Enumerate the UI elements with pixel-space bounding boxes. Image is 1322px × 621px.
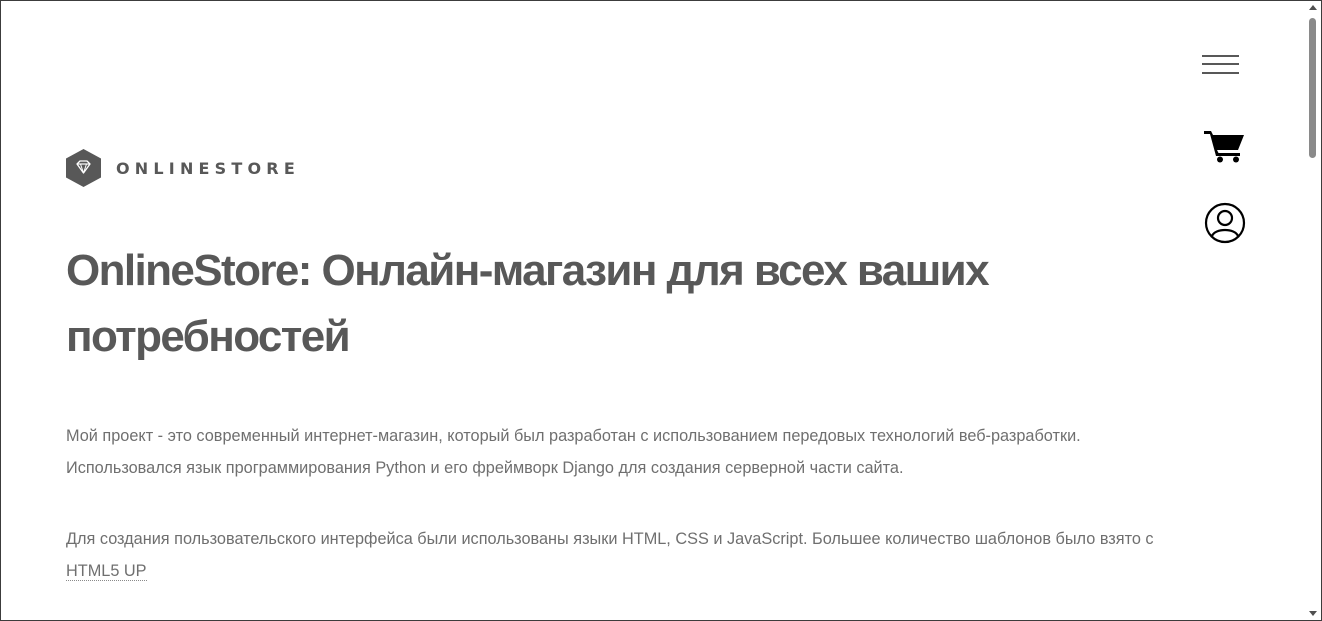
tech-text: Для создания пользовательского интерфейс…	[66, 530, 1154, 548]
scroll-down-arrow-icon[interactable]	[1309, 611, 1317, 616]
page-title: OnlineStore: Онлайн-магазин для всех ваш…	[66, 246, 990, 361]
shopping-cart-icon	[1204, 131, 1244, 163]
tech-paragraph: Для создания пользовательского интерфейс…	[66, 523, 1246, 587]
scroll-thumb[interactable]	[1309, 18, 1316, 158]
intro-line-2: Использовался язык программирования Pyth…	[66, 459, 904, 477]
logo-link[interactable]: ONLINESTORE	[66, 148, 300, 188]
cart-button[interactable]	[1204, 128, 1246, 164]
menu-bar	[1202, 72, 1239, 74]
intro-line-1: Мой проект - это современный интернет-ма…	[66, 427, 1081, 445]
user-circle-icon	[1204, 202, 1246, 244]
diamond-hexagon-icon	[66, 149, 101, 187]
html5up-link[interactable]: HTML5 UP	[66, 562, 147, 581]
logo-text: ONLINESTORE	[116, 158, 300, 178]
menu-bar	[1202, 55, 1239, 57]
vertical-scrollbar[interactable]	[1305, 1, 1321, 620]
menu-bar	[1202, 63, 1239, 65]
scroll-up-arrow-icon[interactable]	[1309, 5, 1317, 10]
account-button[interactable]	[1204, 202, 1246, 244]
intro-paragraph: Мой проект - это современный интернет-ма…	[66, 420, 1246, 484]
menu-button[interactable]	[1200, 52, 1240, 80]
